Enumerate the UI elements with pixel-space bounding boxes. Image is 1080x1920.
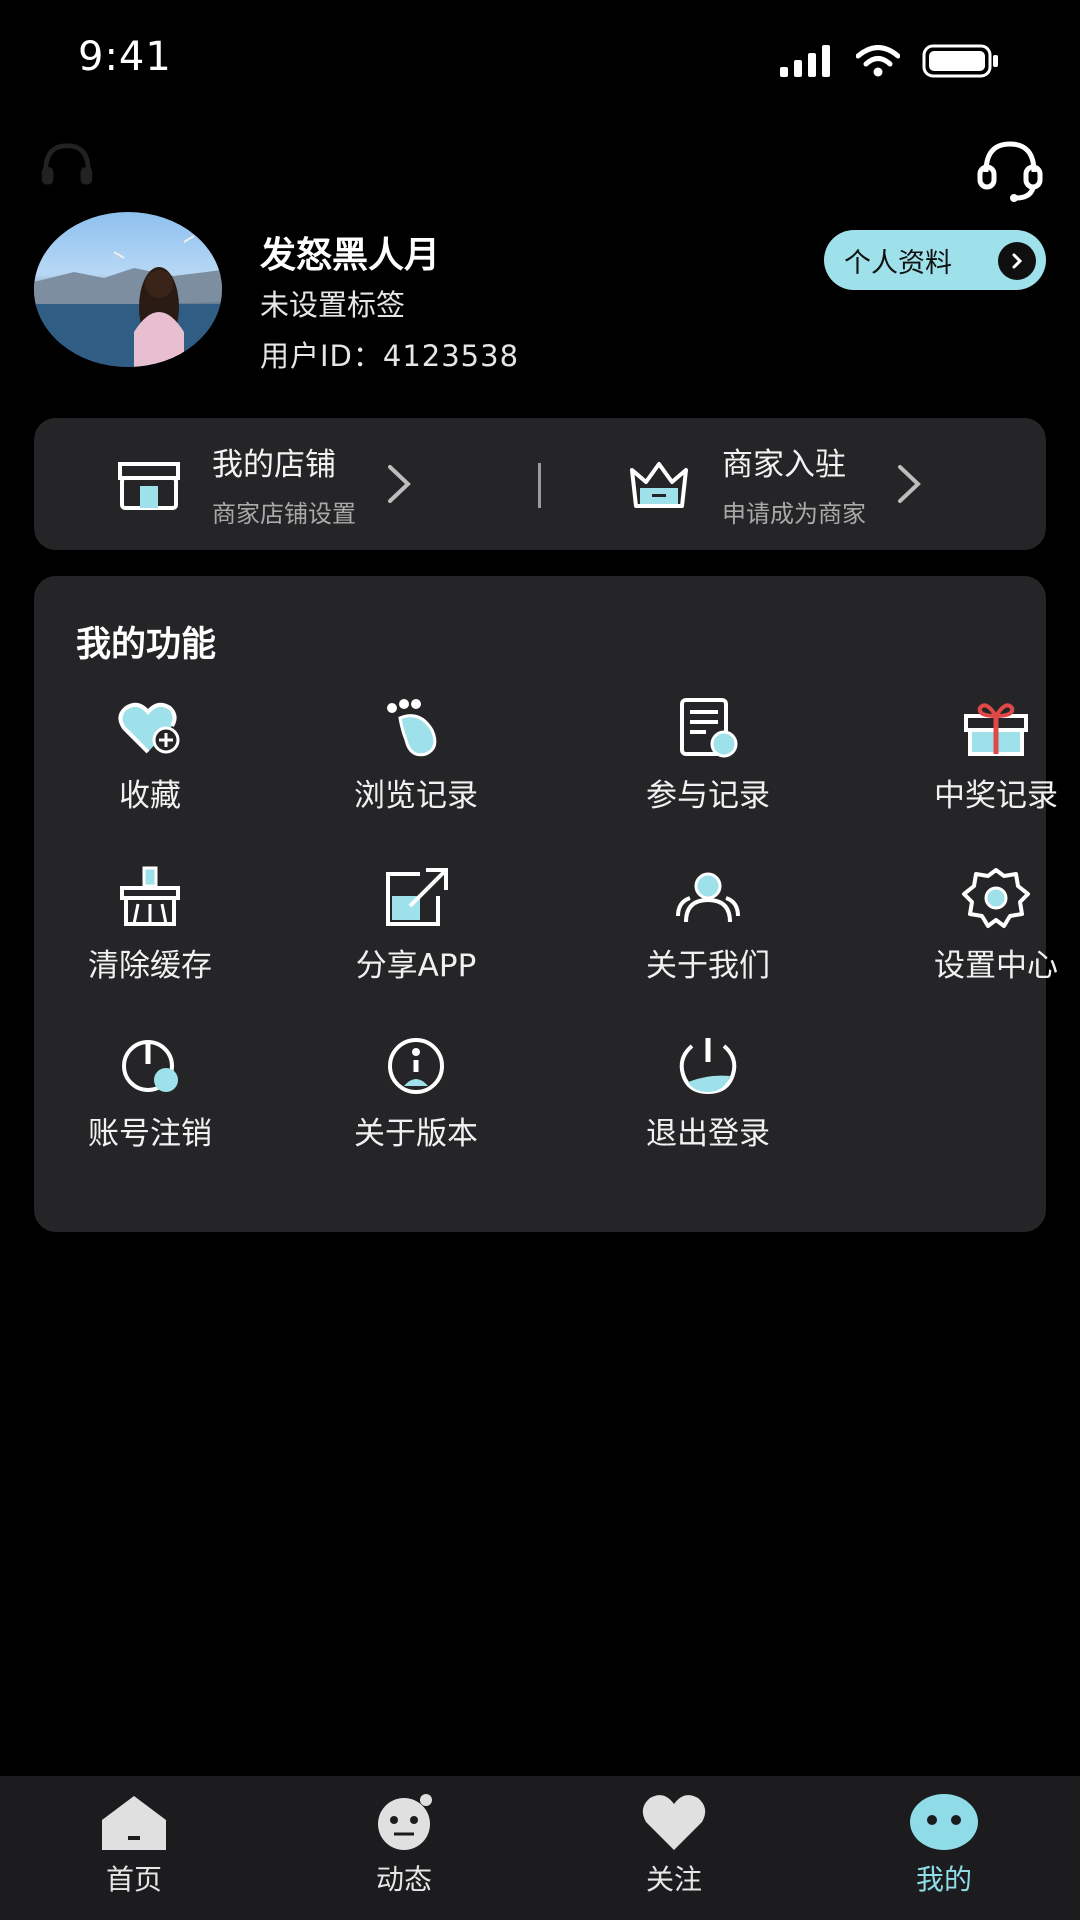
clear-cache-label: 清除缓存 <box>88 948 212 984</box>
logout-label: 退出登录 <box>646 1116 770 1152</box>
tab-follow[interactable]: 关注 <box>594 1790 754 1898</box>
functions-title: 我的功能 <box>76 625 217 665</box>
avatar-photo <box>34 235 222 367</box>
user-tagline: 未设置标签 <box>260 288 406 322</box>
delete-account-label: 账号注销 <box>88 1116 212 1152</box>
document-icon <box>680 698 738 758</box>
chevron-right-icon <box>388 465 411 503</box>
settings-label: 设置中心 <box>934 948 1058 984</box>
signal-icon <box>780 45 830 77</box>
favorites-item[interactable]: 收藏 <box>40 696 260 815</box>
prize-history-item[interactable]: 中奖记录 <box>886 696 1080 815</box>
settings-item[interactable]: 设置中心 <box>886 866 1080 985</box>
my-store-entry[interactable]: 我的店铺 商家店铺设置 <box>116 418 516 550</box>
my-store-title: 我的店铺 <box>212 447 336 483</box>
tab-moments[interactable]: 动态 <box>324 1790 484 1898</box>
moments-icon <box>378 1794 432 1850</box>
logout-item[interactable]: 退出登录 <box>598 1034 818 1153</box>
store-card: 我的店铺 商家店铺设置 商家入驻 申请成为商家 <box>34 418 1046 550</box>
users-icon <box>676 872 740 923</box>
customer-service-icon[interactable] <box>974 134 1046 206</box>
about-version-label: 关于版本 <box>354 1116 478 1152</box>
chevron-right-icon <box>898 465 921 503</box>
broom-icon <box>120 866 180 926</box>
participation-history-label: 参与记录 <box>646 778 770 814</box>
store-icon <box>118 462 180 510</box>
user-name: 发怒黑人月 <box>260 235 441 276</box>
about-us-label: 关于我们 <box>646 948 770 984</box>
tab-mine-label: 我的 <box>915 1863 972 1896</box>
wifi-icon <box>856 45 900 77</box>
heart-plus-icon <box>118 702 180 754</box>
heart-icon <box>642 1795 706 1850</box>
tab-mine[interactable]: 我的 <box>864 1790 1024 1898</box>
headset-icon <box>41 143 93 185</box>
favorites-label: 收藏 <box>119 778 181 814</box>
tab-home[interactable]: 首页 <box>54 1790 214 1898</box>
gift-icon <box>964 703 1028 756</box>
status-time: 9:41 <box>78 34 172 80</box>
merchant-title: 商家入驻 <box>722 447 846 483</box>
browse-history-label: 浏览记录 <box>354 778 478 814</box>
tab-bar: 首页 动态 关注 我的 <box>0 1776 1080 1920</box>
tab-moments-label: 动态 <box>375 1863 432 1896</box>
info-icon <box>388 1038 444 1094</box>
crown-icon <box>630 462 688 508</box>
status-icons <box>778 44 1000 78</box>
tab-follow-label: 关注 <box>645 1863 702 1896</box>
tab-home-label: 首页 <box>105 1863 162 1896</box>
merchant-subtitle: 申请成为商家 <box>722 500 866 528</box>
profile-button-label: 个人资料 <box>844 247 952 279</box>
participation-history-item[interactable]: 参与记录 <box>598 696 818 815</box>
user-id: 用户ID：4123538 <box>260 339 520 373</box>
clear-cache-item[interactable]: 清除缓存 <box>40 866 260 985</box>
home-icon <box>102 1796 166 1850</box>
battery-icon <box>922 44 998 78</box>
store-divider <box>538 463 541 508</box>
about-version-item[interactable]: 关于版本 <box>306 1034 526 1153</box>
avatar[interactable] <box>34 212 222 367</box>
browse-history-item[interactable]: 浏览记录 <box>306 696 526 815</box>
my-store-subtitle: 商家店铺设置 <box>212 500 356 528</box>
prize-history-label: 中奖记录 <box>934 778 1058 814</box>
power-icon <box>122 1040 178 1092</box>
footprint-icon <box>387 699 437 757</box>
share-icon <box>386 868 448 926</box>
merchant-entry[interactable]: 商家入驻 申请成为商家 <box>626 418 1026 550</box>
gear-icon <box>962 868 1030 928</box>
delete-account-item[interactable]: 账号注销 <box>40 1034 260 1153</box>
share-app-item[interactable]: 分享APP <box>306 866 526 985</box>
profile-face-icon <box>910 1794 978 1850</box>
logout-icon <box>679 1038 737 1095</box>
functions-card: 我的功能 收藏 浏览记录 参与记录 中奖记录 清除缓存 分享APP 关于我们 设… <box>34 576 1058 1232</box>
about-us-item[interactable]: 关于我们 <box>598 866 818 985</box>
share-app-label: 分享APP <box>355 948 477 984</box>
profile-button[interactable]: 个人资料 <box>824 230 1046 290</box>
chevron-right-icon <box>998 242 1036 280</box>
